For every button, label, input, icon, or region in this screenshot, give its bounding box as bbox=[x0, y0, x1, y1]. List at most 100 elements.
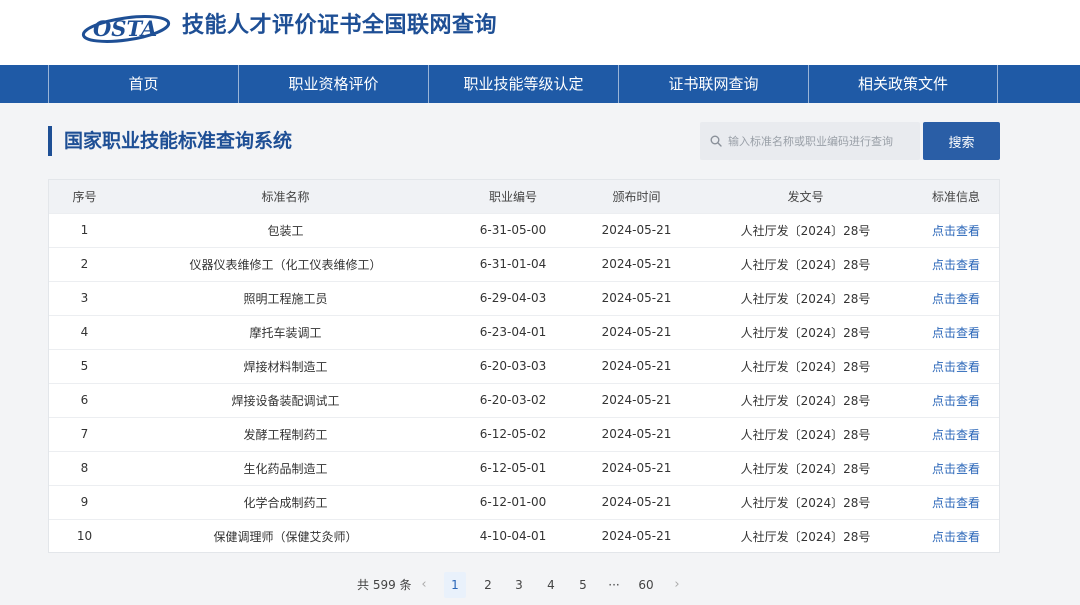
cell-standard-name: 照明工程施工员 bbox=[120, 280, 451, 315]
nav-item-qualification-evaluation[interactable]: 职业资格评价 bbox=[238, 65, 428, 103]
pagination: 共 599 条 ‹ 1 2 3 4 5 ··· 60 › bbox=[0, 572, 1080, 598]
cell-index: 7 bbox=[49, 416, 120, 451]
table-row: 9 化学合成制药工 6-12-01-00 2024-05-21 人社厅发〔202… bbox=[49, 484, 999, 519]
view-details-link[interactable]: 点击查看 bbox=[913, 314, 999, 349]
table-row: 2 仪器仪表维修工（化工仪表维修工） 6-31-01-04 2024-05-21… bbox=[49, 246, 999, 281]
cell-index: 5 bbox=[49, 348, 120, 383]
cell-index: 4 bbox=[49, 314, 120, 349]
table-row: 3 照明工程施工员 6-29-04-03 2024-05-21 人社厅发〔202… bbox=[49, 280, 999, 315]
pagination-page-5[interactable]: 5 bbox=[573, 572, 593, 598]
view-details-link[interactable]: 点击查看 bbox=[913, 348, 999, 383]
pagination-ellipsis[interactable]: ··· bbox=[603, 572, 625, 598]
table-header-row: 序号 标准名称 职业编号 颁布时间 发文号 标准信息 bbox=[49, 180, 999, 213]
cell-document-number: 人社厅发〔2024〕28号 bbox=[698, 450, 913, 485]
cell-document-number: 人社厅发〔2024〕28号 bbox=[698, 484, 913, 519]
pagination-page-2[interactable]: 2 bbox=[478, 572, 498, 598]
nav-item-home[interactable]: 首页 bbox=[48, 65, 238, 103]
table-row: 8 生化药品制造工 6-12-05-01 2024-05-21 人社厅发〔202… bbox=[49, 450, 999, 485]
view-details-link[interactable]: 点击查看 bbox=[913, 416, 999, 451]
cell-occupation-code: 6-31-01-04 bbox=[451, 246, 575, 281]
search-input[interactable] bbox=[728, 122, 916, 160]
pagination-prev-button[interactable]: ‹ bbox=[414, 572, 434, 598]
search-box bbox=[700, 122, 920, 160]
cell-document-number: 人社厅发〔2024〕28号 bbox=[698, 212, 913, 247]
cell-document-number: 人社厅发〔2024〕28号 bbox=[698, 280, 913, 315]
table-row: 5 焊接材料制造工 6-20-03-03 2024-05-21 人社厅发〔202… bbox=[49, 348, 999, 383]
pagination-page-60[interactable]: 60 bbox=[634, 572, 658, 598]
pagination-page-4[interactable]: 4 bbox=[541, 572, 561, 598]
view-details-link[interactable]: 点击查看 bbox=[913, 382, 999, 417]
logo-text: OSTA bbox=[93, 16, 157, 41]
cell-publish-date: 2024-05-21 bbox=[575, 314, 698, 349]
view-details-link[interactable]: 点击查看 bbox=[913, 212, 999, 247]
cell-standard-name: 发酵工程制药工 bbox=[120, 416, 451, 451]
view-details-link[interactable]: 点击查看 bbox=[913, 280, 999, 315]
cell-document-number: 人社厅发〔2024〕28号 bbox=[698, 348, 913, 383]
pagination-next-button[interactable]: › bbox=[667, 572, 687, 598]
cell-publish-date: 2024-05-21 bbox=[575, 382, 698, 417]
cell-occupation-code: 6-12-05-01 bbox=[451, 450, 575, 485]
cell-publish-date: 2024-05-21 bbox=[575, 416, 698, 451]
main-nav: 首页 职业资格评价 职业技能等级认定 证书联网查询 相关政策文件 bbox=[0, 65, 1080, 103]
cell-document-number: 人社厅发〔2024〕28号 bbox=[698, 382, 913, 417]
search-icon bbox=[710, 135, 722, 147]
view-details-link[interactable]: 点击查看 bbox=[913, 484, 999, 519]
cell-document-number: 人社厅发〔2024〕28号 bbox=[698, 314, 913, 349]
column-header-standard-info: 标准信息 bbox=[913, 180, 999, 213]
site-header: OSTA 技能人才评价证书全国联网查询 bbox=[0, 0, 1080, 65]
nav-item-policy-documents[interactable]: 相关政策文件 bbox=[808, 65, 998, 103]
nav-item-certificate-query[interactable]: 证书联网查询 bbox=[618, 65, 808, 103]
cell-standard-name: 焊接材料制造工 bbox=[120, 348, 451, 383]
cell-standard-name: 保健调理师（保健艾灸师） bbox=[120, 518, 451, 553]
cell-publish-date: 2024-05-21 bbox=[575, 450, 698, 485]
cell-publish-date: 2024-05-21 bbox=[575, 348, 698, 383]
pagination-page-3[interactable]: 3 bbox=[509, 572, 529, 598]
pagination-page-1[interactable]: 1 bbox=[444, 572, 466, 598]
section-title: 国家职业技能标准查询系统 bbox=[64, 130, 293, 152]
cell-occupation-code: 6-31-05-00 bbox=[451, 212, 575, 247]
cell-occupation-code: 6-20-03-03 bbox=[451, 348, 575, 383]
nav-item-skill-level-certification[interactable]: 职业技能等级认定 bbox=[428, 65, 618, 103]
table-row: 6 焊接设备装配调试工 6-20-03-02 2024-05-21 人社厅发〔2… bbox=[49, 382, 999, 417]
table-row: 1 包装工 6-31-05-00 2024-05-21 人社厅发〔2024〕28… bbox=[49, 212, 999, 247]
cell-standard-name: 仪器仪表维修工（化工仪表维修工） bbox=[120, 246, 451, 281]
cell-standard-name: 生化药品制造工 bbox=[120, 450, 451, 485]
cell-document-number: 人社厅发〔2024〕28号 bbox=[698, 246, 913, 281]
column-header-standard-name: 标准名称 bbox=[120, 180, 451, 213]
cell-index: 3 bbox=[49, 280, 120, 315]
cell-publish-date: 2024-05-21 bbox=[575, 212, 698, 247]
cell-document-number: 人社厅发〔2024〕28号 bbox=[698, 518, 913, 553]
cell-index: 9 bbox=[49, 484, 120, 519]
column-header-occupation-code: 职业编号 bbox=[451, 180, 575, 213]
cell-occupation-code: 6-20-03-02 bbox=[451, 382, 575, 417]
cell-publish-date: 2024-05-21 bbox=[575, 280, 698, 315]
section-title-accent bbox=[48, 126, 52, 156]
cell-occupation-code: 6-12-05-02 bbox=[451, 416, 575, 451]
table-row: 7 发酵工程制药工 6-12-05-02 2024-05-21 人社厅发〔202… bbox=[49, 416, 999, 451]
site-title: 技能人才评价证书全国联网查询 bbox=[182, 13, 498, 38]
cell-occupation-code: 6-29-04-03 bbox=[451, 280, 575, 315]
cell-occupation-code: 6-23-04-01 bbox=[451, 314, 575, 349]
view-details-link[interactable]: 点击查看 bbox=[913, 246, 999, 281]
column-header-index: 序号 bbox=[49, 180, 120, 213]
cell-standard-name: 化学合成制药工 bbox=[120, 484, 451, 519]
cell-index: 8 bbox=[49, 450, 120, 485]
osta-logo[interactable]: OSTA bbox=[80, 8, 176, 46]
cell-index: 1 bbox=[49, 212, 120, 247]
pagination-total: 共 599 条 bbox=[357, 578, 412, 592]
cell-standard-name: 焊接设备装配调试工 bbox=[120, 382, 451, 417]
cell-publish-date: 2024-05-21 bbox=[575, 246, 698, 281]
column-header-document-number: 发文号 bbox=[698, 180, 913, 213]
cell-publish-date: 2024-05-21 bbox=[575, 484, 698, 519]
table-row: 4 摩托车装调工 6-23-04-01 2024-05-21 人社厅发〔2024… bbox=[49, 314, 999, 349]
search-button[interactable]: 搜索 bbox=[923, 122, 1000, 160]
view-details-link[interactable]: 点击查看 bbox=[913, 518, 999, 553]
cell-index: 2 bbox=[49, 246, 120, 281]
cell-standard-name: 包装工 bbox=[120, 212, 451, 247]
cell-occupation-code: 6-12-01-00 bbox=[451, 484, 575, 519]
cell-index: 10 bbox=[49, 518, 120, 553]
view-details-link[interactable]: 点击查看 bbox=[913, 450, 999, 485]
cell-publish-date: 2024-05-21 bbox=[575, 518, 698, 553]
cell-index: 6 bbox=[49, 382, 120, 417]
cell-document-number: 人社厅发〔2024〕28号 bbox=[698, 416, 913, 451]
